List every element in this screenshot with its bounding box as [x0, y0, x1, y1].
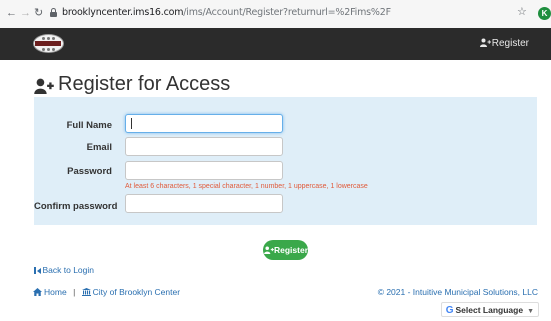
app-navbar: Register: [0, 28, 551, 60]
back-to-login-label: Back to Login: [42, 265, 95, 275]
user-plus-icon: [479, 38, 492, 50]
password-label: Password: [67, 166, 112, 177]
confirm-password-label: Confirm password: [34, 201, 118, 212]
step-backward-icon: [34, 267, 36, 274]
register-button[interactable]: Register: [263, 240, 308, 260]
google-g-icon: G: [445, 305, 454, 316]
email-label: Email: [86, 142, 112, 153]
user-plus-icon: [263, 241, 274, 261]
register-button-label: Register: [274, 245, 309, 255]
copyright-link[interactable]: © 2021 - Intuitive Municipal Solutions, …: [378, 287, 538, 297]
bank-icon: [81, 288, 91, 296]
email-field[interactable]: [125, 137, 283, 156]
home-icon: [33, 288, 42, 296]
address-bar[interactable]: brooklyncenter.ims16.com/ims/Account/Reg…: [50, 5, 550, 23]
forward-arrow-icon[interactable]: →: [20, 7, 31, 19]
password-field[interactable]: [125, 161, 283, 180]
confirm-password-field[interactable]: [125, 194, 283, 213]
user-plus-icon: [34, 78, 54, 94]
url-host: brooklyncenter.ims16.com: [62, 7, 184, 18]
dropdown-arrow-icon: ▼: [527, 308, 534, 315]
home-link-label: Home: [44, 287, 67, 297]
full-name-label: Full Name: [66, 120, 112, 131]
footer-separator: |: [73, 287, 76, 297]
select-language-widget[interactable]: G Select Language ▼: [440, 302, 539, 317]
back-to-login-link[interactable]: Back to Login: [34, 265, 94, 275]
password-hint: At least 6 characters, 1 special charact…: [125, 183, 368, 190]
url-text[interactable]: brooklyncenter.ims16.com/ims/Account/Reg…: [62, 7, 391, 18]
url-path: /ims/Account/Register?returnurl=%2Fims%2…: [183, 7, 391, 18]
home-link[interactable]: Home: [33, 287, 69, 297]
register-form: Full Name Email Password At least 6 char…: [34, 97, 537, 225]
footer-links: Home | City of Brooklyn Center: [33, 287, 180, 297]
lock-icon: [50, 8, 57, 17]
profile-avatar[interactable]: K: [538, 7, 551, 20]
nav-register-link[interactable]: Register: [479, 38, 529, 50]
browser-toolbar: ← → ↻ brooklyncenter.ims16.com/ims/Accou…: [0, 0, 551, 28]
bookmark-star-icon[interactable]: ☆: [517, 6, 527, 18]
nav-register-label: Register: [491, 38, 529, 49]
select-language-label: Select Language: [455, 305, 524, 315]
city-logo[interactable]: [33, 34, 64, 53]
back-arrow-icon[interactable]: ←: [6, 7, 17, 19]
city-link-label: City of Brooklyn Center: [92, 287, 181, 297]
full-name-field[interactable]: [125, 114, 283, 133]
page-title: Register for Access: [58, 73, 231, 95]
reload-icon[interactable]: ↻: [34, 7, 43, 19]
city-link[interactable]: City of Brooklyn Center: [81, 287, 181, 297]
text-caret: [131, 118, 132, 129]
